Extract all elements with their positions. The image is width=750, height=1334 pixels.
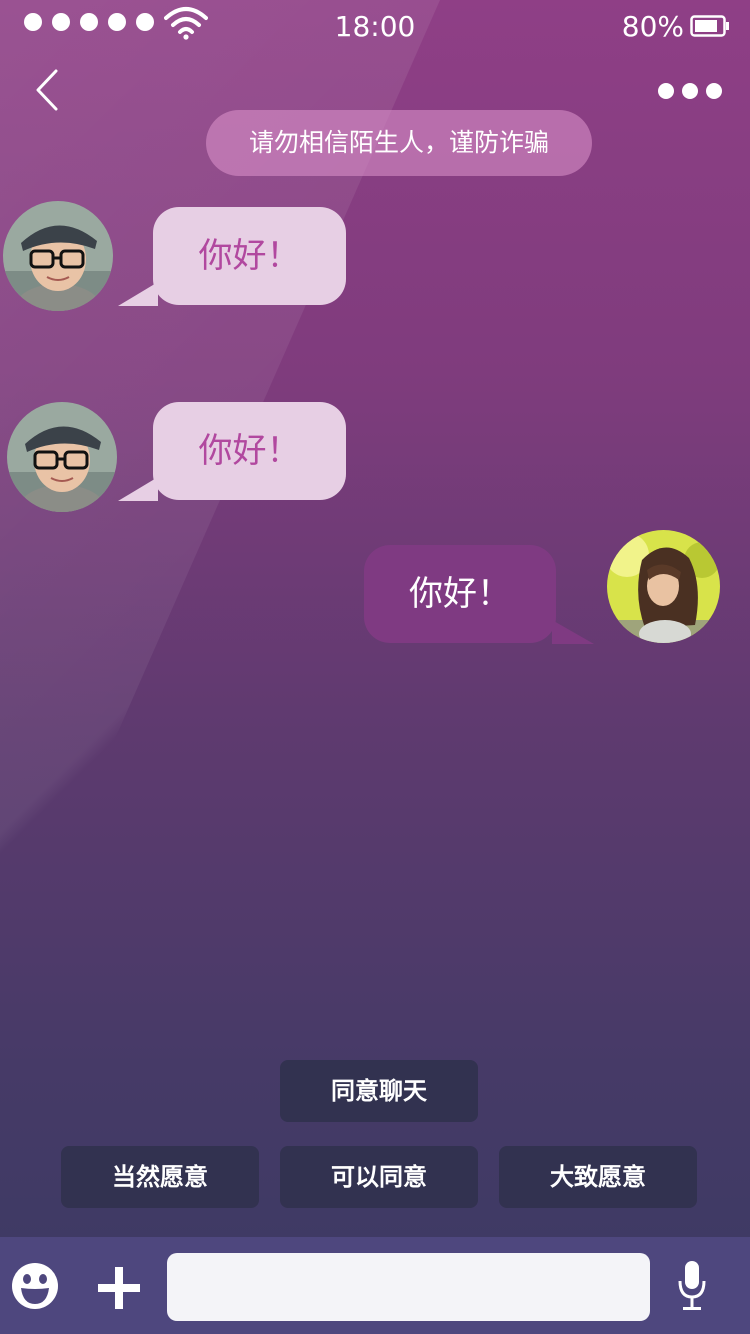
girl-avatar[interactable]	[607, 530, 720, 643]
signal-dot	[24, 13, 42, 31]
outgoing-message-bubble[interactable]: 你好！	[364, 545, 556, 643]
quick-reply-button[interactable]: 同意聊天	[280, 1060, 478, 1122]
signal-strength-icon	[24, 13, 154, 31]
safety-notice: 请勿相信陌生人，谨防诈骗	[206, 110, 592, 176]
emoji-icon[interactable]	[11, 1262, 59, 1310]
more-dot	[706, 83, 722, 99]
battery-percent: 80%	[621, 10, 684, 43]
boy-avatar[interactable]	[3, 201, 113, 311]
signal-dot	[80, 13, 98, 31]
bubble-tail	[118, 477, 158, 501]
signal-dot	[52, 13, 70, 31]
incoming-message-bubble[interactable]: 你好！	[153, 402, 346, 500]
message-input[interactable]	[167, 1253, 650, 1321]
quick-reply-button[interactable]: 可以同意	[280, 1146, 478, 1208]
input-bar	[0, 1237, 750, 1334]
more-icon[interactable]	[658, 80, 724, 102]
more-dot	[682, 83, 698, 99]
wifi-icon	[164, 7, 208, 40]
back-icon[interactable]	[30, 68, 66, 112]
microphone-icon[interactable]	[678, 1259, 706, 1313]
incoming-message-bubble[interactable]: 你好！	[153, 207, 346, 305]
quick-reply-button[interactable]: 当然愿意	[61, 1146, 259, 1208]
signal-dot	[136, 13, 154, 31]
battery-icon	[690, 15, 729, 37]
more-dot	[658, 83, 674, 99]
status-time: 18:00	[334, 10, 416, 43]
plus-icon[interactable]	[96, 1265, 142, 1311]
boy-avatar[interactable]	[7, 402, 117, 512]
background-gloss	[0, 0, 440, 1000]
status-bar: 18:00 80%	[0, 0, 750, 52]
bubble-tail	[552, 620, 594, 644]
signal-dot	[108, 13, 126, 31]
quick-reply-button[interactable]: 大致愿意	[499, 1146, 697, 1208]
bubble-tail	[118, 282, 158, 306]
